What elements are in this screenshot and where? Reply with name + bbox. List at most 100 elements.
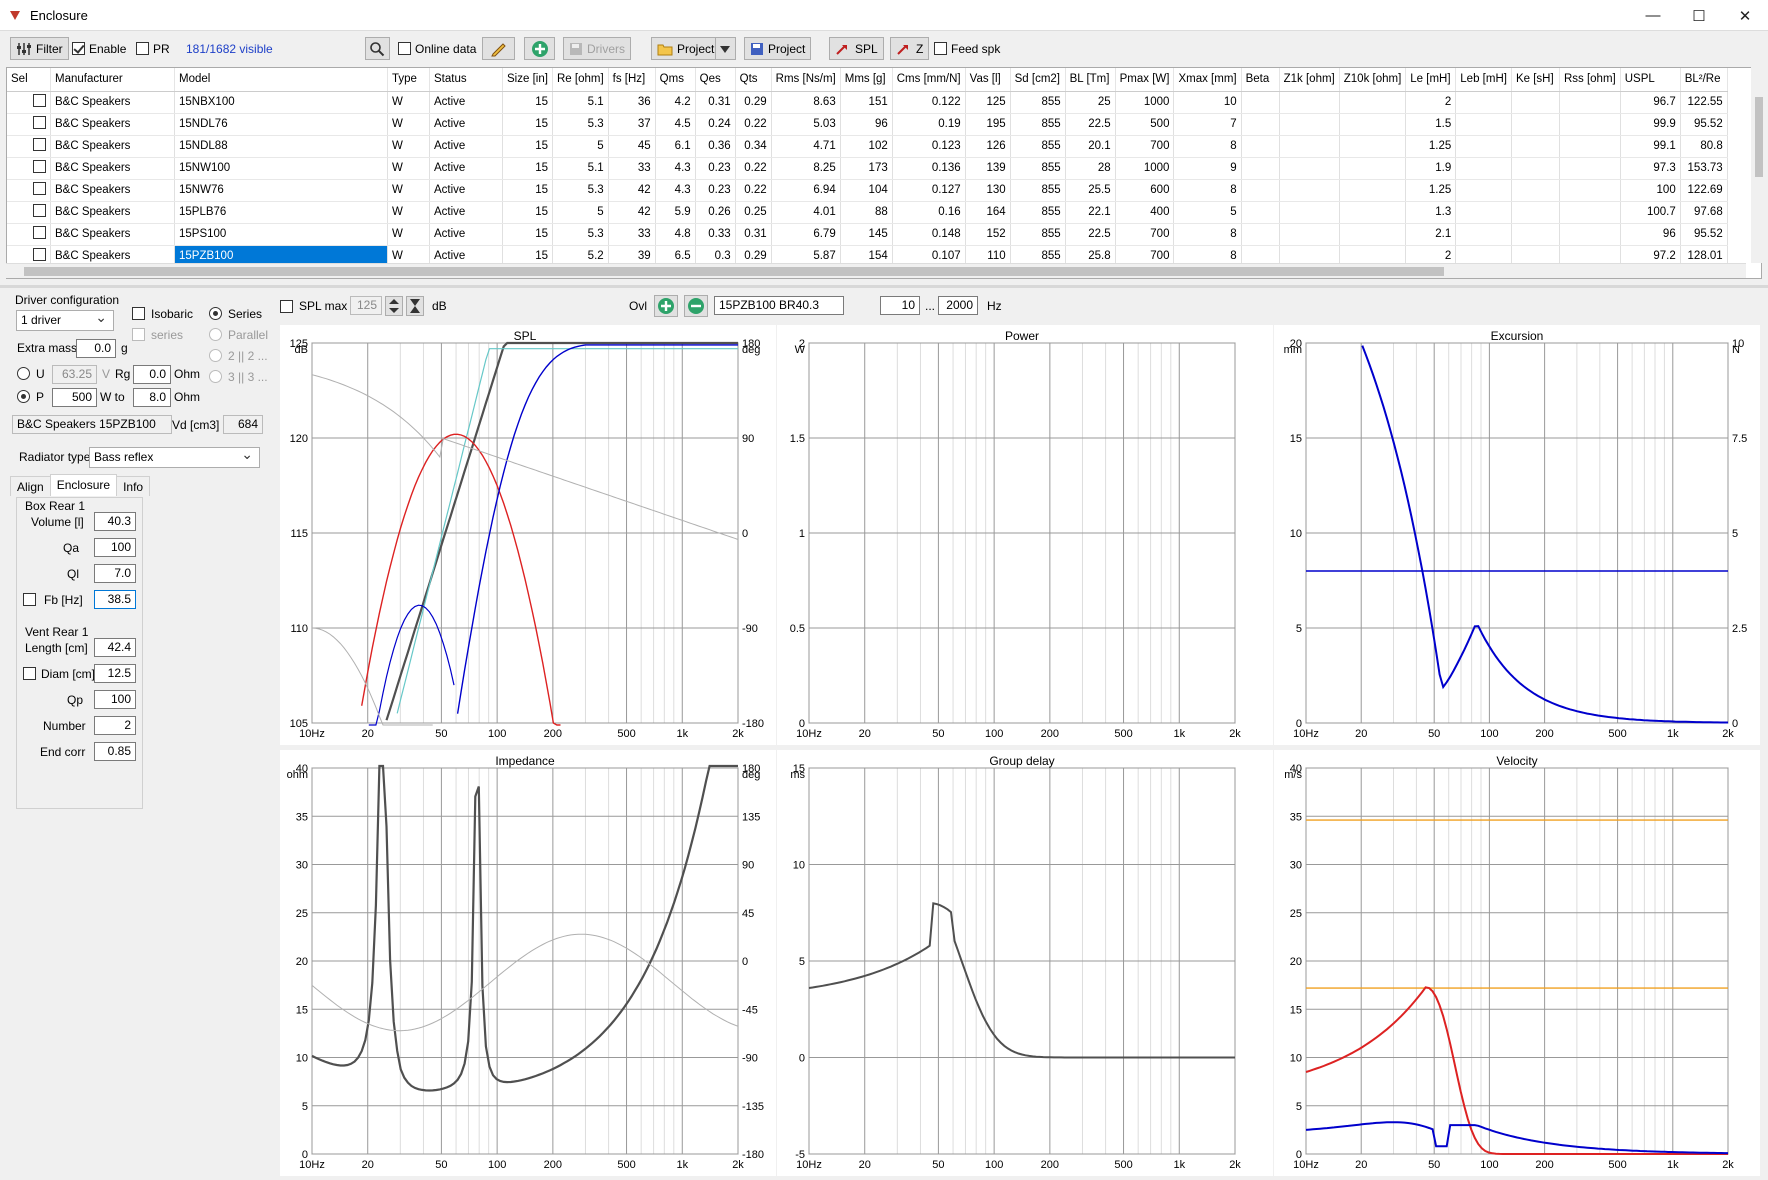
table-cell[interactable] — [1455, 91, 1512, 114]
table-cell[interactable]: 0.19 — [892, 113, 966, 136]
z-export-button[interactable]: Z — [890, 37, 930, 60]
table-cell[interactable]: 97.68 — [1680, 201, 1728, 224]
table-cell[interactable]: 0.34 — [735, 135, 772, 158]
column-header[interactable]: Qts — [735, 68, 772, 92]
tab-align[interactable]: Align — [10, 476, 51, 496]
table-cell[interactable]: 4.8 — [655, 223, 696, 246]
table-cell[interactable] — [1511, 179, 1560, 202]
table-cell[interactable]: 0.36 — [695, 135, 736, 158]
table-cell[interactable]: 22.1 — [1065, 201, 1116, 224]
freq-from-input[interactable]: 10 — [880, 296, 920, 315]
table-cell[interactable]: 0.22 — [735, 113, 772, 136]
table-cell[interactable]: 153.73 — [1680, 157, 1728, 180]
table-cell[interactable] — [1455, 157, 1512, 180]
table-cell[interactable]: 151 — [840, 91, 893, 114]
table-cell[interactable]: 5.1 — [552, 91, 609, 114]
row-checkbox[interactable] — [33, 248, 46, 261]
close-button[interactable]: ✕ — [1722, 0, 1768, 31]
u-input[interactable]: 63.25 — [52, 365, 97, 384]
table-cell[interactable]: 15PS100 — [174, 223, 388, 246]
column-header[interactable]: Ke [sH] — [1511, 68, 1560, 92]
table-cell[interactable]: 152 — [965, 223, 1011, 246]
series-radio[interactable] — [209, 307, 222, 320]
grid-vertical-scrollbar[interactable] — [1751, 67, 1767, 263]
group-delay-plot[interactable]: 15 10 5 0 -5 10Hz 20 50 100 200 500 1k 2k Group delay… — [777, 750, 1273, 1176]
freq-to-input[interactable]: 2000 — [938, 296, 978, 315]
table-cell[interactable] — [1339, 223, 1407, 246]
u-radio[interactable] — [17, 367, 30, 380]
table-cell[interactable]: 5.3 — [552, 113, 609, 136]
table-cell[interactable]: 164 — [965, 201, 1011, 224]
row-checkbox[interactable] — [33, 94, 46, 107]
edit-button[interactable] — [482, 37, 515, 60]
table-cell[interactable]: 5 — [552, 135, 609, 158]
table-cell[interactable]: 97.3 — [1620, 157, 1681, 180]
table-cell[interactable]: 4.3 — [655, 179, 696, 202]
table-cell[interactable]: W — [387, 223, 430, 246]
power-plot[interactable]: 2 1.5 1 0.5 0 10Hz 20 50 100 200 500 1k 2k Power W — [777, 325, 1273, 745]
table-cell[interactable]: 0.25 — [735, 201, 772, 224]
table-cell[interactable]: Active — [429, 157, 503, 180]
table-cell[interactable]: 6.94 — [771, 179, 841, 202]
table-row[interactable]: B&C Speakers 15PLB76 W Active 15 5 42 5.9 0.26 0.… — [7, 201, 1728, 224]
table-cell[interactable]: 96 — [840, 113, 893, 136]
table-cell[interactable]: 1.25 — [1405, 179, 1457, 202]
table-cell[interactable]: 100.7 — [1620, 201, 1681, 224]
project-dropdown-button[interactable] — [715, 37, 736, 60]
excursion-plot[interactable]: 20 10 15 7.5 10 5 5 2.5 0 0 10Hz 20 50 100 200 500 1k 2k E… — [1274, 325, 1760, 745]
table-cell[interactable] — [1455, 223, 1512, 246]
load-input[interactable]: 8.0 — [133, 388, 171, 407]
table-cell[interactable]: 1000 — [1115, 157, 1175, 180]
table-row[interactable]: B&C Speakers 15NDL76 W Active 15 5.3 37 4.5 0.24… — [7, 113, 1728, 136]
table-cell[interactable]: 0.24 — [695, 113, 736, 136]
table-cell[interactable]: W — [387, 91, 430, 114]
enable-check[interactable] — [72, 42, 85, 55]
table-cell[interactable] — [1511, 135, 1560, 158]
table-cell[interactable]: 36 — [608, 91, 656, 114]
table-cell[interactable]: 15 — [502, 157, 553, 180]
add-driver-button[interactable] — [524, 37, 555, 60]
table-cell[interactable] — [1559, 223, 1621, 246]
table-cell[interactable]: 122.55 — [1680, 91, 1728, 114]
table-cell[interactable]: Active — [429, 135, 503, 158]
table-cell[interactable]: 15NW76 — [174, 179, 388, 202]
table-cell[interactable]: 9 — [1173, 157, 1242, 180]
table-cell[interactable] — [1241, 157, 1280, 180]
table-cell[interactable] — [1455, 179, 1512, 202]
table-cell[interactable] — [1511, 91, 1560, 114]
table-cell[interactable]: 0.122 — [892, 91, 966, 114]
table-cell[interactable]: 0.31 — [695, 91, 736, 114]
table-cell[interactable]: 15 — [502, 113, 553, 136]
column-header[interactable]: Mms [g] — [840, 68, 893, 92]
table-row[interactable]: B&C Speakers 15PS100 W Active 15 5.3 33 4.8 0.33… — [7, 223, 1728, 246]
online-data-check[interactable] — [398, 42, 411, 55]
table-cell[interactable]: 15NW100 — [174, 157, 388, 180]
table-cell[interactable]: 45 — [608, 135, 656, 158]
table-cell[interactable] — [1455, 135, 1512, 158]
table-cell[interactable] — [1339, 91, 1407, 114]
table-cell[interactable]: 5.1 — [552, 157, 609, 180]
fb-check[interactable] — [23, 593, 36, 606]
spinner-button[interactable] — [385, 296, 403, 316]
table-cell[interactable]: 37 — [608, 113, 656, 136]
table-cell[interactable] — [1559, 157, 1621, 180]
table-cell[interactable]: 5.03 — [771, 113, 841, 136]
table-cell[interactable]: 5 — [1173, 201, 1242, 224]
table-cell[interactable]: 28 — [1065, 157, 1116, 180]
table-cell[interactable] — [1511, 223, 1560, 246]
table-cell[interactable]: 5.9 — [655, 201, 696, 224]
column-header[interactable]: fs [Hz] — [608, 68, 656, 92]
grid-horizontal-scrollbar[interactable] — [6, 263, 1746, 278]
table-cell[interactable]: 855 — [1010, 157, 1066, 180]
table-cell[interactable]: 0.16 — [892, 201, 966, 224]
table-cell[interactable]: 173 — [840, 157, 893, 180]
table-cell[interactable]: B&C Speakers — [50, 201, 175, 224]
drivers-button[interactable]: Drivers — [563, 37, 631, 60]
column-header[interactable]: Model — [174, 68, 388, 92]
column-header[interactable]: Rss [ohm] — [1559, 68, 1621, 92]
table-cell[interactable]: 102 — [840, 135, 893, 158]
table-cell[interactable] — [1241, 91, 1280, 114]
column-header[interactable]: BL [Tm] — [1065, 68, 1116, 92]
table-cell[interactable]: 126 — [965, 135, 1011, 158]
table-cell[interactable]: Active — [429, 179, 503, 202]
